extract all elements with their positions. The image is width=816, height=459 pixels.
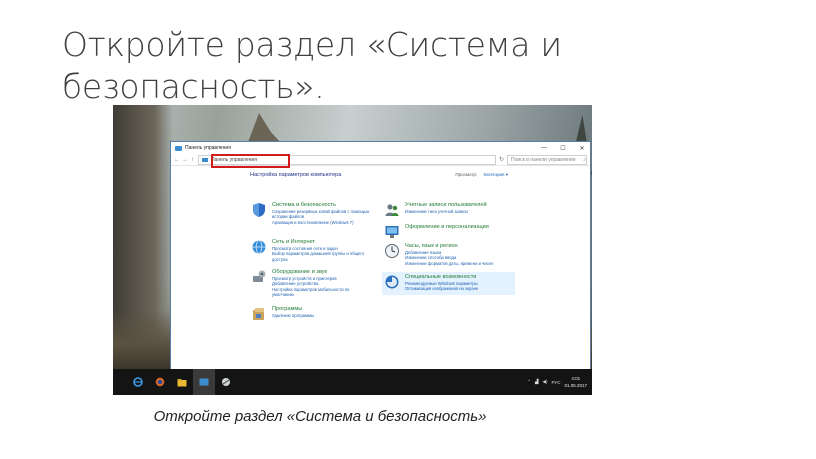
control-panel-icon (202, 157, 208, 162)
up-arrow-icon[interactable]: ↑ (190, 157, 195, 163)
category-network-internet[interactable]: Сеть и Интернет Просмотр состояния сети … (251, 239, 386, 265)
control-panel-taskbar-icon[interactable] (193, 369, 215, 395)
close-button[interactable]: ✕ (574, 145, 590, 152)
app-icon[interactable] (215, 369, 237, 395)
appearance-icon (385, 226, 399, 238)
figure-caption: Откройте раздел «Система и безопасность» (153, 408, 487, 425)
category-link[interactable]: Архивация и восстановление (Windows 7) (272, 220, 387, 225)
search-placeholder: Поиск в панели управления (511, 156, 576, 163)
start-button[interactable] (113, 369, 127, 395)
category-title[interactable]: Программы (272, 306, 387, 313)
network-tray-icon[interactable]: ▟ (535, 379, 538, 385)
category-user-accounts[interactable]: Учетные записи пользователей Изменение т… (384, 202, 519, 220)
view-by: Просмотр: Категория ▾ (455, 172, 508, 178)
category-title[interactable]: Специальные возможности (405, 274, 520, 281)
hardware-sound-icon (253, 270, 266, 282)
input-language[interactable]: РУС (551, 380, 560, 385)
minimize-button[interactable]: — (536, 145, 552, 151)
category-title[interactable]: Система и безопасность (272, 202, 387, 209)
refresh-icon[interactable]: ↻ (499, 156, 504, 163)
network-icon (252, 240, 266, 254)
maximize-button[interactable]: ☐ (555, 145, 571, 152)
highlight-box (211, 154, 290, 168)
search-input[interactable]: Поиск в панели управления ⌕ (507, 154, 587, 165)
control-panel-content: Настройка параметров компьютера Просмотр… (171, 166, 590, 372)
chevron-up-icon[interactable]: ⌃ (527, 379, 531, 385)
clock-language-icon (385, 244, 399, 258)
screenshot: Панель управления — ☐ ✕ ← → ↑ Панель упр… (113, 105, 592, 395)
page-heading: Настройка параметров компьютера (250, 172, 342, 178)
forward-arrow-icon[interactable]: → (182, 157, 188, 163)
firefox-icon[interactable] (149, 369, 171, 395)
category-system-security[interactable]: Система и безопасность Сохранение резерв… (251, 202, 386, 232)
back-arrow-icon[interactable]: ← (174, 157, 180, 163)
view-by-label: Просмотр: (455, 172, 478, 177)
category-title[interactable]: Учетные записи пользователей (405, 202, 520, 209)
ease-of-access-icon (385, 275, 399, 289)
clock[interactable]: 4:01 01.05.2017 (564, 375, 587, 389)
category-title[interactable]: Часы, язык и регион (405, 243, 520, 250)
taskbar: ⌃ ▟ ◀) РУС 4:01 01.05.2017 (113, 369, 592, 395)
category-link[interactable]: Изменение типа учетной записи (405, 209, 520, 214)
user-accounts-icon (385, 204, 399, 216)
category-link[interactable]: Удаление программы (272, 313, 387, 318)
window-titlebar[interactable]: Панель управления — ☐ ✕ (171, 142, 590, 154)
volume-icon[interactable]: ◀) (542, 379, 547, 385)
slide-title: Откройте раздел «Система и безопасность»… (62, 25, 562, 106)
category-appearance[interactable]: Оформление и персонализация (384, 224, 519, 240)
category-link[interactable]: Оптимизация изображения на экране (405, 286, 520, 291)
clock-time: 4:01 (571, 376, 581, 381)
system-tray: ⌃ ▟ ◀) РУС 4:01 01.05.2017 (527, 375, 592, 389)
category-hardware-sound[interactable]: Оборудование и звук Просмотр устройств и… (251, 269, 386, 301)
category-title[interactable]: Оформление и персонализация (405, 224, 520, 231)
file-explorer-icon[interactable] (171, 369, 193, 395)
category-title[interactable]: Оборудование и звук (272, 269, 387, 276)
category-link[interactable]: доступа (272, 257, 387, 262)
category-clock-language[interactable]: Часы, язык и регион Добавление языка Изм… (384, 243, 519, 271)
programs-icon (253, 308, 264, 320)
category-link[interactable]: умолчанию (272, 292, 387, 297)
control-panel-window: Панель управления — ☐ ✕ ← → ↑ Панель упр… (170, 141, 591, 373)
view-by-dropdown[interactable]: Категория ▾ (483, 172, 508, 177)
clock-date: 01.05.2017 (564, 383, 587, 388)
category-link[interactable]: Изменение форматов даты, времени и чисел (405, 261, 520, 266)
control-panel-icon (175, 145, 182, 151)
window-title: Панель управления (185, 145, 231, 151)
edge-icon[interactable] (127, 369, 149, 395)
search-icon: ⌕ (583, 156, 586, 163)
category-ease-of-access[interactable]: Специальные возможности Рекомендуемые Wi… (382, 272, 515, 295)
category-title[interactable]: Сеть и Интернет (272, 239, 387, 246)
shield-icon (253, 203, 265, 217)
category-programs[interactable]: Программы Удаление программы (251, 306, 386, 324)
